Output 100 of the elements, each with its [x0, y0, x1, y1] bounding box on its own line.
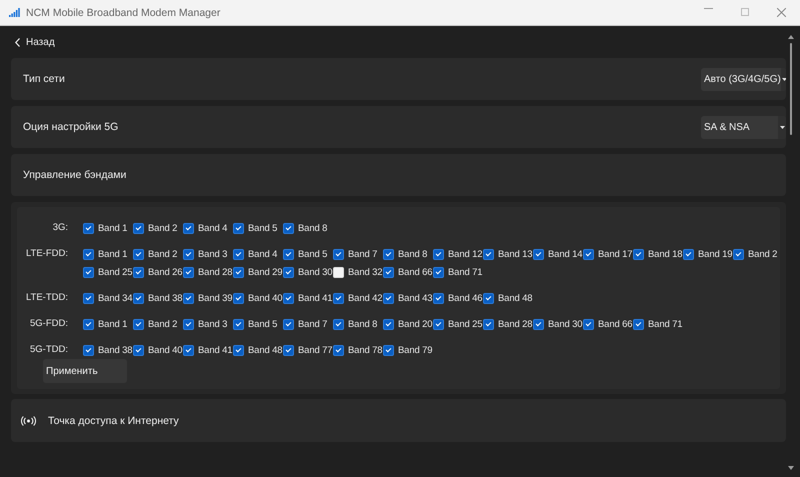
- checkbox[interactable]: [83, 344, 94, 356]
- checkbox[interactable]: [483, 248, 494, 260]
- checkbox-label: Band 66: [598, 318, 632, 330]
- checkbox-label: Band 48: [248, 344, 282, 356]
- checkbox[interactable]: [533, 318, 544, 330]
- checkbox-label: Band 12: [448, 248, 482, 260]
- checkbox[interactable]: [333, 344, 344, 356]
- checkbox[interactable]: [83, 222, 94, 234]
- checkbox[interactable]: [283, 318, 294, 330]
- caret-icon: [780, 126, 784, 128]
- checkbox-label: Band 2: [748, 248, 778, 260]
- checkbox[interactable]: [433, 292, 444, 304]
- checkbox[interactable]: [83, 318, 94, 330]
- checkbox-label: Band 5: [248, 318, 278, 330]
- checkbox[interactable]: [133, 292, 144, 304]
- checkbox-label: Band 40: [148, 344, 182, 356]
- checkbox-label: Band 5: [248, 222, 278, 234]
- checkbox[interactable]: [283, 222, 294, 234]
- checkbox-label: Band 19: [698, 248, 732, 260]
- checkbox-label: Band 66: [398, 266, 432, 278]
- close-icon[interactable]: [777, 8, 786, 17]
- checkbox-label: Band 39: [198, 292, 232, 304]
- checkbox[interactable]: [433, 248, 444, 260]
- checkbox[interactable]: [433, 266, 444, 278]
- checkbox-label: Band 2: [148, 318, 178, 330]
- dropdown[interactable]: Авто (3G/4G/5G): [701, 68, 786, 90]
- checkbox[interactable]: [233, 266, 244, 278]
- checkbox[interactable]: [83, 248, 94, 260]
- checkbox[interactable]: [83, 266, 94, 278]
- checkbox-label: Band 42: [348, 292, 382, 304]
- back-label: Назад: [26, 36, 55, 48]
- setting-label: Оция настройки 5G: [23, 121, 118, 133]
- checkbox[interactable]: [183, 344, 194, 356]
- checkbox[interactable]: [283, 344, 294, 356]
- dropdown[interactable]: SA & NSA: [701, 116, 786, 138]
- checkbox-label: Band 4: [198, 222, 228, 234]
- checkbox-label: Band 41: [298, 292, 332, 304]
- checkbox-label: Band 4: [248, 248, 278, 260]
- checkbox-label: Band 77: [298, 344, 332, 356]
- checkbox[interactable]: [333, 318, 344, 330]
- caret-icon: [782, 78, 786, 80]
- apply-button[interactable]: Применить: [43, 359, 127, 383]
- checkbox[interactable]: [183, 318, 194, 330]
- checkbox[interactable]: [383, 248, 394, 260]
- checkbox[interactable]: [233, 292, 244, 304]
- checkbox[interactable]: [133, 248, 144, 260]
- checkbox[interactable]: [333, 292, 344, 304]
- band-group-label: LTE-FDD:: [24, 247, 69, 261]
- checkbox-label: Band 25: [98, 266, 132, 278]
- checkbox-label: Band 30: [298, 266, 332, 278]
- checkbox[interactable]: [133, 222, 144, 234]
- checkbox-label: Band 20: [398, 318, 432, 330]
- checkbox[interactable]: [583, 248, 594, 260]
- checkbox[interactable]: [83, 292, 94, 304]
- checkbox[interactable]: [183, 222, 194, 234]
- band-group-label: LTE-TDD:: [24, 291, 69, 305]
- checkbox[interactable]: [483, 292, 494, 304]
- checkbox[interactable]: [683, 248, 694, 260]
- checkbox-label: Band 14: [548, 248, 582, 260]
- band-group-label: 3G:: [52, 221, 69, 235]
- checkbox-label: Band 17: [598, 248, 632, 260]
- section-header[interactable]: Управление бэндами: [11, 154, 786, 196]
- checkbox-label: Band 26: [148, 266, 182, 278]
- checkbox[interactable]: [733, 248, 744, 260]
- checkbox[interactable]: [133, 344, 144, 356]
- checkbox-label: Band 2: [148, 222, 178, 234]
- checkbox[interactable]: [183, 266, 194, 278]
- signal-icon: [9, 8, 20, 16]
- checkbox[interactable]: [183, 292, 194, 304]
- hotspot-icon: [21, 416, 36, 426]
- checkbox[interactable]: [333, 248, 344, 260]
- checkbox[interactable]: [383, 266, 394, 278]
- checkbox[interactable]: [233, 318, 244, 330]
- checkbox[interactable]: [183, 248, 194, 260]
- checkbox[interactable]: [133, 318, 144, 330]
- checkbox[interactable]: [233, 222, 244, 234]
- checkbox-label: Band 40: [248, 292, 282, 304]
- checkbox-label: Band 34: [98, 292, 132, 304]
- checkbox-label: Band 28: [498, 318, 532, 330]
- checkbox-label: Band 8: [398, 248, 428, 260]
- checkbox[interactable]: [283, 292, 294, 304]
- checkbox[interactable]: [233, 248, 244, 260]
- checkbox[interactable]: [283, 266, 294, 278]
- checkbox[interactable]: [133, 266, 144, 278]
- checkbox[interactable]: [633, 318, 644, 330]
- checkbox[interactable]: [233, 344, 244, 356]
- back-button[interactable]: Назад: [11, 26, 786, 58]
- checkbox-label: Band 71: [448, 266, 482, 278]
- checkbox[interactable]: [433, 318, 444, 330]
- checkbox[interactable]: [583, 318, 594, 330]
- checkbox[interactable]: [483, 318, 494, 330]
- checkbox[interactable]: [383, 318, 394, 330]
- checkbox-label: Band 7: [348, 248, 378, 260]
- checkbox-label: Band 1: [98, 222, 128, 234]
- checkbox[interactable]: [383, 292, 394, 304]
- checkbox[interactable]: [283, 248, 294, 260]
- hotspot-row[interactable]: Точка доступа к Интернету: [11, 399, 786, 442]
- checkbox[interactable]: [383, 344, 394, 356]
- checkbox[interactable]: [533, 248, 544, 260]
- checkbox[interactable]: [633, 248, 644, 260]
